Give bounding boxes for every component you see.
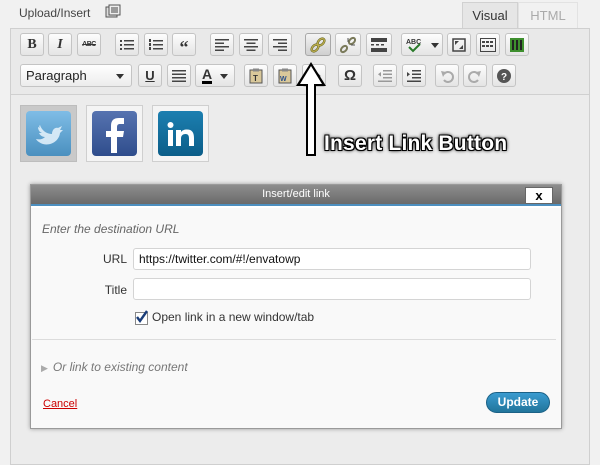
dialog-body: Enter the destination URL URL Title Open…	[31, 208, 561, 428]
numbered-list-button[interactable]	[144, 33, 168, 56]
fullscreen-button[interactable]	[447, 33, 471, 56]
destination-hint: Enter the destination URL	[42, 222, 180, 236]
chevron-down-icon	[220, 73, 229, 79]
justify-button[interactable]	[167, 64, 191, 87]
show-kitchen-sink-button[interactable]	[476, 33, 500, 56]
url-label: URL	[102, 252, 127, 266]
chevron-down-icon	[112, 67, 128, 84]
undo-icon	[441, 70, 454, 83]
close-icon[interactable]: x	[525, 187, 553, 204]
media-bar: Upload/Insert Visual HTML	[0, 0, 600, 28]
align-left-icon	[215, 38, 229, 51]
dialog-titlebar[interactable]: Insert/edit link x	[31, 185, 561, 206]
bold-button[interactable]: B	[20, 33, 44, 56]
help-icon: ?	[497, 68, 511, 83]
justify-icon	[172, 69, 186, 82]
unlink-button[interactable]	[335, 33, 361, 56]
insert-table-button[interactable]	[505, 33, 529, 56]
cancel-link[interactable]: Cancel	[43, 398, 77, 410]
linkedin-image[interactable]	[152, 105, 209, 162]
triangle-right-icon: ▶	[41, 363, 48, 373]
help-button[interactable]: ?	[492, 64, 516, 87]
format-select-value: Paragraph	[26, 68, 87, 83]
dialog-divider	[32, 339, 556, 340]
numbered-list-icon	[149, 38, 163, 50]
format-select[interactable]: Paragraph	[20, 64, 132, 87]
text-color-letter: A	[202, 65, 213, 84]
title-label: Title	[104, 283, 127, 297]
indent-button[interactable]	[402, 64, 426, 87]
underline-button[interactable]: U	[138, 64, 162, 87]
title-input[interactable]	[133, 278, 531, 300]
redo-icon	[468, 70, 481, 83]
annotation-arrow-icon	[294, 60, 328, 163]
linkedin-icon	[158, 111, 203, 156]
insert-more-button[interactable]	[366, 33, 392, 56]
existing-content-toggle[interactable]: ▶ Or link to existing content	[41, 360, 188, 374]
new-window-label[interactable]: Open link in a new window/tab	[152, 310, 314, 324]
upload-insert-label[interactable]: Upload/Insert	[19, 6, 90, 20]
special-character-button[interactable]: Ω	[338, 64, 362, 87]
text-color-button[interactable]: A	[195, 64, 235, 87]
svg-text:T: T	[253, 74, 258, 83]
insert-link-button[interactable]	[305, 33, 331, 56]
more-tag-icon	[371, 37, 387, 52]
paste-text-button[interactable]: T	[244, 64, 268, 87]
paste-text-icon: T	[249, 68, 263, 83]
paste-word-icon: W	[278, 68, 292, 83]
italic-button[interactable]: I	[48, 33, 72, 56]
update-button[interactable]: Update	[486, 392, 550, 413]
spellcheck-button[interactable]: ABC	[401, 33, 443, 56]
link-icon	[310, 36, 326, 53]
tab-html[interactable]: HTML	[518, 2, 578, 28]
redo-button[interactable]	[463, 64, 487, 87]
unlink-icon	[339, 36, 357, 53]
outdent-button[interactable]	[373, 64, 397, 87]
tab-visual[interactable]: Visual	[462, 2, 518, 28]
add-media-icon[interactable]	[104, 3, 122, 21]
bullet-list-icon	[120, 39, 134, 50]
twitter-icon	[26, 111, 71, 156]
checkmark-icon	[136, 310, 148, 324]
align-left-button[interactable]	[210, 33, 234, 56]
facebook-icon	[92, 111, 137, 156]
align-right-icon	[273, 38, 287, 51]
bullet-list-button[interactable]	[115, 33, 139, 56]
align-center-button[interactable]	[239, 33, 263, 56]
table-plugin-icon	[510, 37, 524, 52]
annotation-label: Insert Link Button	[324, 132, 508, 155]
kitchen-sink-icon	[480, 37, 496, 52]
svg-text:W: W	[280, 76, 287, 83]
blockquote-button[interactable]: “	[172, 33, 196, 57]
insert-link-dialog: Insert/edit link x Enter the destination…	[30, 184, 562, 429]
undo-button[interactable]	[435, 64, 459, 87]
indent-icon	[407, 69, 421, 82]
facebook-image[interactable]	[86, 105, 143, 162]
existing-content-label: Or link to existing content	[52, 360, 188, 374]
new-window-checkbox[interactable]	[135, 310, 148, 325]
align-center-icon	[244, 38, 258, 51]
outdent-icon	[378, 69, 392, 82]
align-right-button[interactable]	[268, 33, 292, 56]
spellcheck-icon: ABC	[406, 39, 439, 52]
url-input[interactable]	[133, 248, 531, 270]
svg-text:?: ?	[501, 72, 507, 83]
strikethrough-button[interactable]: ABC	[77, 33, 101, 56]
twitter-image[interactable]	[20, 105, 77, 162]
fullscreen-icon	[452, 37, 466, 52]
dialog-title: Insert/edit link	[262, 188, 330, 200]
